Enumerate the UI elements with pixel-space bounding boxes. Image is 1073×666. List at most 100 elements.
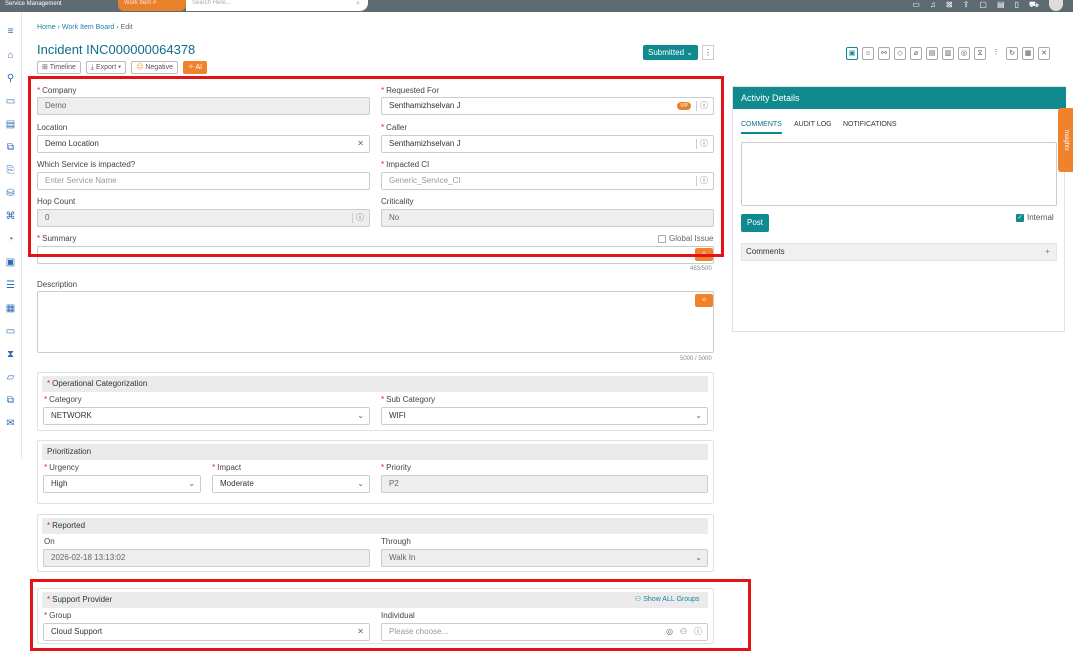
sentiment-label: Negative xyxy=(145,64,173,71)
chat-icon[interactable]: ☺ xyxy=(862,47,874,60)
link-icon[interactable]: ⚯ xyxy=(878,47,890,60)
tab-comments[interactable]: COMMENTS xyxy=(741,121,782,134)
chevron-down-icon: ⌄ xyxy=(188,479,195,488)
screen-icon[interactable]: ▭ xyxy=(912,0,920,11)
close-icon[interactable]: ✕ xyxy=(1038,47,1050,60)
cart-icon[interactable]: ⛟ xyxy=(1029,0,1039,11)
comments-accordion[interactable]: Comments + xyxy=(741,243,1057,261)
search-icon[interactable]: ⌕ xyxy=(356,0,360,8)
hourglass-icon[interactable]: ⧗ xyxy=(4,348,17,361)
share-icon[interactable]: ⇪ xyxy=(963,0,970,11)
calendar-icon[interactable]: ▦ xyxy=(4,302,17,315)
command-icon[interactable]: ⌘ xyxy=(4,210,17,223)
category-label: * Category xyxy=(44,395,82,404)
priority-field[interactable]: P2 xyxy=(381,475,708,493)
sub-category-value: WIFI xyxy=(389,411,406,420)
sad-face-icon: ☹ xyxy=(136,64,144,71)
bell-icon[interactable]: ♫ xyxy=(930,0,936,11)
global-search-input[interactable]: Search Here... ⌕ xyxy=(186,0,368,11)
tag-icon[interactable]: ◇ xyxy=(894,47,906,60)
document-icon[interactable]: ▤ xyxy=(4,118,17,131)
refresh-icon[interactable]: ↻ xyxy=(1006,47,1018,60)
save-icon[interactable]: ▦ xyxy=(1022,47,1034,60)
breadcrumb-board[interactable]: Work Item Board xyxy=(62,24,114,31)
description-ai-icon[interactable]: ✧ xyxy=(695,294,713,307)
check-icon: ✓ xyxy=(1016,213,1024,222)
service-icon[interactable]: ▭ xyxy=(4,95,17,108)
ai-label: AI xyxy=(195,64,203,71)
change-icon[interactable]: ⧉ xyxy=(4,141,17,154)
comment-textarea[interactable] xyxy=(741,142,1057,206)
description-textarea[interactable] xyxy=(37,291,714,353)
highlight-box-top xyxy=(28,76,724,257)
clipboard-icon[interactable]: ▤ xyxy=(926,47,938,60)
urgency-select[interactable]: High ⌄ xyxy=(43,475,201,493)
impact-label: * Impact xyxy=(212,463,242,472)
timeline-button[interactable]: ⊞ Timeline xyxy=(37,61,81,74)
release-icon[interactable]: ⎘ xyxy=(4,164,17,177)
attach-icon[interactable]: ⌀ xyxy=(910,47,922,60)
book-icon[interactable]: ▤ xyxy=(997,0,1005,11)
plus-icon[interactable]: + xyxy=(1045,244,1050,260)
chevron-down-icon: ⌄ xyxy=(695,553,702,562)
category-select[interactable]: NETWORK ⌄ xyxy=(43,407,370,425)
report-icon[interactable]: ◔ xyxy=(4,233,17,246)
chevron-down-icon: ⌄ xyxy=(357,479,364,488)
urgency-label: * Urgency xyxy=(44,463,79,472)
hourglass-icon[interactable]: ⧖ xyxy=(974,47,986,60)
work-item-button[interactable]: Work Item # xyxy=(118,0,186,11)
record-toolbar: ▣ ☺ ⚯ ◇ ⌀ ▤ ▥ ◎ ⧖ ⋮ ↻ ▦ ✕ xyxy=(846,47,1050,60)
impact-select[interactable]: Moderate ⌄ xyxy=(212,475,370,493)
sub-category-select[interactable]: WIFI ⌄ xyxy=(381,407,708,425)
post-button[interactable]: Post xyxy=(741,214,770,232)
laptop-icon[interactable]: ▱ xyxy=(4,371,17,384)
description-char-count: 5000 / 5000 xyxy=(680,356,712,362)
home-icon[interactable]: ⌂ xyxy=(4,49,17,62)
more-icon[interactable]: ⋮ xyxy=(990,47,1002,60)
summary-char-count: 483/500 xyxy=(690,266,712,272)
copy-icon[interactable]: ⧉ xyxy=(4,394,17,407)
sentiment-button[interactable]: ☹ Negative xyxy=(131,61,178,74)
through-select[interactable]: Walk In ⌄ xyxy=(381,549,708,567)
highlight-box-bottom xyxy=(30,579,751,651)
comments-label: Comments xyxy=(746,247,785,256)
more-options-icon[interactable]: ⋮ xyxy=(702,45,714,60)
list-icon[interactable]: ☰ xyxy=(4,279,17,292)
incident-icon[interactable]: ⚲ xyxy=(4,72,17,85)
menu-icon[interactable]: ≡ xyxy=(4,25,17,38)
breadcrumb-home[interactable]: Home xyxy=(37,24,56,31)
prioritization-heading: Prioritization xyxy=(42,444,708,460)
sparkle-icon: ✧ xyxy=(188,64,194,71)
avatar[interactable] xyxy=(1049,0,1063,11)
database-icon[interactable]: ⛁ xyxy=(4,187,17,200)
monitor-icon[interactable]: ▭ xyxy=(4,325,17,338)
screen-icon[interactable]: ▣ xyxy=(846,47,858,60)
inbox-icon[interactable]: ▣ xyxy=(4,256,17,269)
through-value: Walk In xyxy=(389,553,416,562)
reported-on-field[interactable]: 2026-02-18 13:13:02 xyxy=(43,549,370,567)
eye-icon[interactable]: ◎ xyxy=(958,47,970,60)
brand-label: Service Management xyxy=(5,1,62,7)
top-bar: Service Management Work Item # Search He… xyxy=(0,0,1073,12)
reported-heading: * Reported xyxy=(42,518,708,534)
message-icon[interactable]: ▢ xyxy=(979,0,987,11)
insights-tab[interactable]: Insights xyxy=(1058,108,1073,172)
export-button[interactable]: ⤓ Export ▾ xyxy=(85,61,127,74)
sub-category-label: * Sub Category xyxy=(381,395,436,404)
board-icon[interactable]: ▥ xyxy=(942,47,954,60)
status-dropdown[interactable]: Submitted ⌄ xyxy=(643,45,698,60)
breadcrumb: Home › Work Item Board › Edit xyxy=(37,24,133,31)
activity-heading: Activity Details xyxy=(733,87,1066,109)
download-icon: ⤓ xyxy=(90,64,95,71)
mail-icon[interactable]: ✉ xyxy=(4,417,17,430)
urgency-value: High xyxy=(51,479,68,488)
doc-icon[interactable]: ▯ xyxy=(1015,0,1019,11)
reported-on-label: On xyxy=(44,537,55,546)
tab-notifications[interactable]: NOTIFICATIONS xyxy=(843,121,897,128)
impact-value: Moderate xyxy=(220,479,254,488)
tab-audit-log[interactable]: AUDIT LOG xyxy=(794,121,832,128)
internal-checkbox[interactable]: ✓ Internal xyxy=(1016,213,1054,222)
export-label: Export ▾ xyxy=(95,64,122,71)
chart-icon[interactable]: ⊠ xyxy=(946,0,953,11)
ai-button[interactable]: ✧ AI xyxy=(183,61,208,74)
